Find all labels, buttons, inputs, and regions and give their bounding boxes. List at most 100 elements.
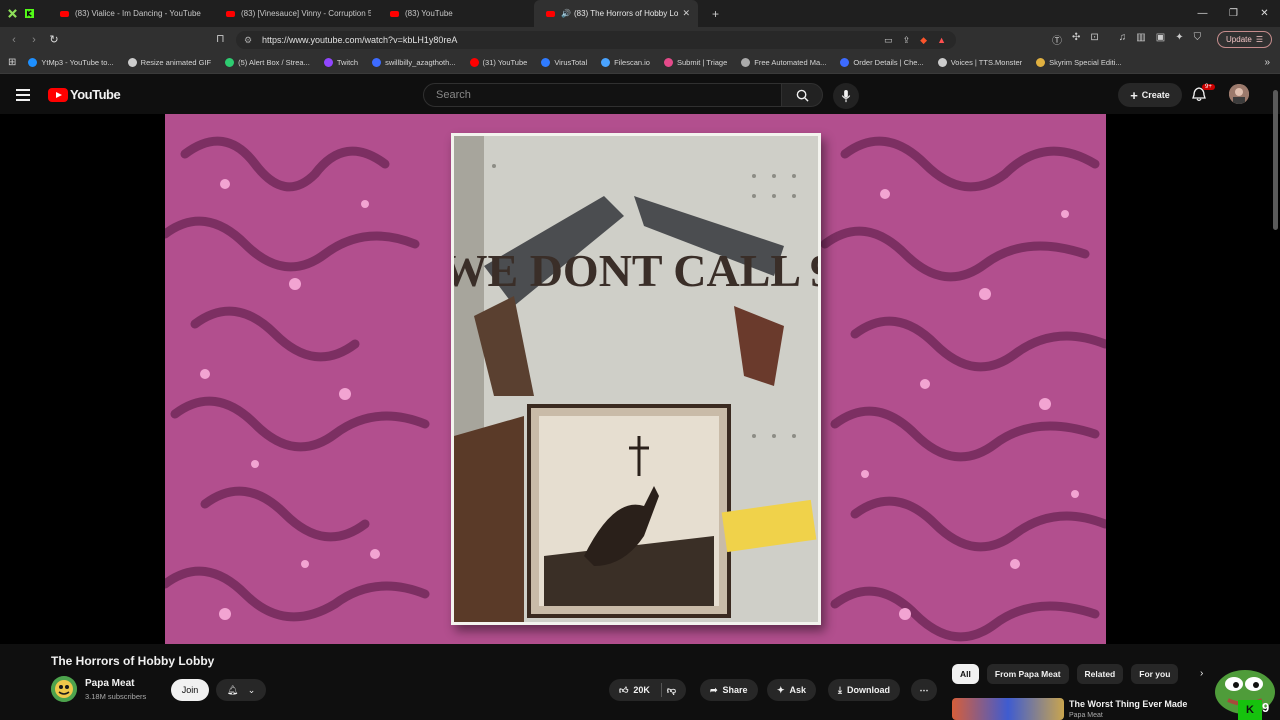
bookmark-label: Filescan.io: [614, 58, 650, 67]
url-text: https://www.youtube.com/watch?v=kbLH1y80…: [262, 35, 458, 45]
back-icon[interactable]: ‹: [4, 34, 24, 46]
tv-extension-icon[interactable]: Ⓣ: [1052, 32, 1062, 47]
bookmark-item[interactable]: (31) YouTube: [469, 58, 527, 67]
kick-badge: K: [1238, 700, 1262, 720]
bookmark-favicon-icon: [840, 58, 850, 67]
bookmark-item[interactable]: Filescan.io: [601, 58, 650, 67]
site-info-icon[interactable]: ⚙: [244, 35, 252, 46]
bookmark-item[interactable]: Voices | TTS.Monster: [937, 58, 1022, 67]
tab-vialice[interactable]: (83) Vialice - Im Dancing - YouTube: [48, 0, 214, 27]
bookmark-icon[interactable]: ⊓: [216, 32, 225, 45]
subscribed-notifications-button[interactable]: 🔔︎ ⌄: [216, 679, 266, 701]
new-tab-button[interactable]: +: [712, 7, 719, 21]
wallet-icon[interactable]: ▣: [1156, 32, 1165, 47]
close-window-button[interactable]: ✕: [1249, 8, 1280, 19]
bookmark-item[interactable]: Skyrim Special Editi...: [1036, 58, 1122, 67]
thumbs-down-icon[interactable]: 👎︎: [667, 685, 676, 696]
bookmark-favicon-icon: [741, 58, 751, 67]
bookmark-label: swillbilly_azagthoth...: [385, 58, 456, 67]
brave-shield-icon[interactable]: ◆: [920, 35, 927, 46]
bookmark-item[interactable]: Resize animated GIF: [127, 58, 211, 67]
update-button[interactable]: Update ☰: [1217, 31, 1272, 48]
bookmark-favicon-icon: [469, 58, 479, 67]
plus-icon: +: [1130, 87, 1138, 103]
bookmark-item[interactable]: (5) Alert Box / Strea...: [225, 58, 310, 67]
vpn-icon[interactable]: ⛉: [1194, 32, 1202, 47]
share-page-icon[interactable]: ⇪: [903, 35, 911, 46]
tab-youtube-home[interactable]: (83) YouTube: [378, 0, 534, 27]
bookmark-label: Free Automated Ma...: [754, 58, 827, 67]
chip-from-channel[interactable]: From Papa Meat: [986, 664, 1069, 684]
puzzle-icon[interactable]: ✣: [1072, 32, 1080, 47]
ask-button[interactable]: ✦ Ask: [767, 679, 817, 701]
recommended-video-thumbnail[interactable]: [952, 698, 1064, 720]
tab-active-hobby-lobby[interactable]: 🔊 (83) The Horrors of Hobby Lo ✕: [534, 0, 698, 27]
bookmark-item[interactable]: Order Details | Che...: [840, 58, 924, 67]
apps-grid-icon[interactable]: ⊞: [8, 57, 16, 68]
join-button[interactable]: Join: [171, 679, 209, 701]
bookmark-item[interactable]: swillbilly_azagthoth...: [372, 58, 456, 67]
overlay-number: 9: [1262, 700, 1270, 715]
video-frame[interactable]: WE DONT CALL 911: [165, 114, 1106, 644]
youtube-logo[interactable]: YouTube: [48, 87, 121, 102]
bookmark-label: Twitch: [336, 58, 359, 67]
chips-next-icon[interactable]: ›: [1200, 668, 1203, 679]
kick-icon[interactable]: [25, 9, 34, 18]
guide-menu-icon[interactable]: [16, 89, 30, 104]
account-avatar[interactable]: [1229, 84, 1249, 104]
voice-search-button[interactable]: [833, 83, 859, 109]
url-field[interactable]: ⚙ https://www.youtube.com/watch?v=kbLH1y…: [236, 31, 956, 49]
recommended-video-title[interactable]: The Worst Thing Ever Made: [1069, 699, 1187, 709]
music-icon[interactable]: ♫: [1119, 32, 1127, 47]
address-bar-row: ‹ › ↻ ⊓ ⚙ https://www.youtube.com/watch?…: [0, 27, 1280, 52]
video-title: The Horrors of Hobby Lobby: [51, 654, 215, 668]
speaker-icon: 🔊: [561, 9, 571, 18]
bookmark-favicon-icon: [937, 58, 947, 67]
bookmark-item[interactable]: Twitch: [323, 58, 359, 67]
bookmark-item[interactable]: Submit | Triage: [663, 58, 727, 67]
related-chips: All From Papa Meat Related For you: [952, 664, 1179, 684]
bookmark-item[interactable]: VirusTotal: [541, 58, 587, 67]
search-input[interactable]: Search: [423, 83, 782, 107]
youtube-favicon-icon: [546, 10, 555, 17]
bookmark-label: YtMp3 - YouTube to...: [41, 58, 114, 67]
tab-title: (83) [Vinesauce] Vinny - Corruption 5: [241, 9, 371, 18]
bookmark-favicon-icon: [323, 58, 333, 67]
chip-all[interactable]: All: [952, 664, 979, 684]
leo-icon[interactable]: ✦: [1175, 32, 1183, 47]
forward-icon[interactable]: ›: [24, 34, 44, 46]
window-controls: — ❐ ✕: [1187, 0, 1280, 27]
bookmark-item[interactable]: Free Automated Ma...: [741, 58, 826, 67]
close-tab-icon[interactable]: ✕: [682, 8, 690, 19]
search-button[interactable]: [781, 83, 823, 107]
share-button[interactable]: ➦ Share: [700, 679, 758, 701]
chevron-down-icon: ⌄: [247, 684, 256, 695]
more-actions-button[interactable]: ⋯: [911, 679, 937, 701]
notification-count-badge: 9+: [1202, 84, 1215, 90]
maximize-button[interactable]: ❐: [1218, 8, 1249, 19]
page-scrollbar[interactable]: [1273, 90, 1278, 230]
minimize-button[interactable]: —: [1187, 8, 1218, 19]
rewards-icon[interactable]: ▲: [937, 35, 946, 46]
bookmark-favicon-icon: [601, 58, 611, 67]
tab-vinesauce[interactable]: (83) [Vinesauce] Vinny - Corruption 5: [214, 0, 378, 27]
create-button[interactable]: + Create: [1118, 83, 1182, 107]
screen-icon[interactable]: ▭: [884, 35, 893, 46]
video-player[interactable]: WE DONT CALL 911: [0, 114, 1280, 644]
download-label: Download: [846, 685, 890, 695]
download-button[interactable]: ⤓ Download: [828, 679, 900, 701]
recommended-video-channel: Papa Meat: [1069, 712, 1103, 719]
reload-icon[interactable]: ↻: [44, 33, 64, 46]
share-icon: ➦: [710, 684, 718, 695]
tab-title: (83) Vialice - Im Dancing - YouTube: [75, 9, 201, 18]
capture-icon[interactable]: ⊡: [1090, 32, 1098, 47]
bookmark-item[interactable]: YtMp3 - YouTube to...: [28, 58, 114, 67]
channel-avatar[interactable]: [51, 676, 77, 702]
chip-for-you[interactable]: For you: [1131, 664, 1179, 684]
more-bookmarks-icon[interactable]: »: [1264, 57, 1270, 68]
chip-related[interactable]: Related: [1076, 664, 1124, 684]
like-button[interactable]: 👍︎ 20K 👎︎: [609, 679, 687, 701]
app-icon: [8, 9, 17, 18]
sidebar-icon[interactable]: ▥: [1136, 32, 1145, 47]
channel-name[interactable]: Papa Meat: [85, 678, 134, 689]
